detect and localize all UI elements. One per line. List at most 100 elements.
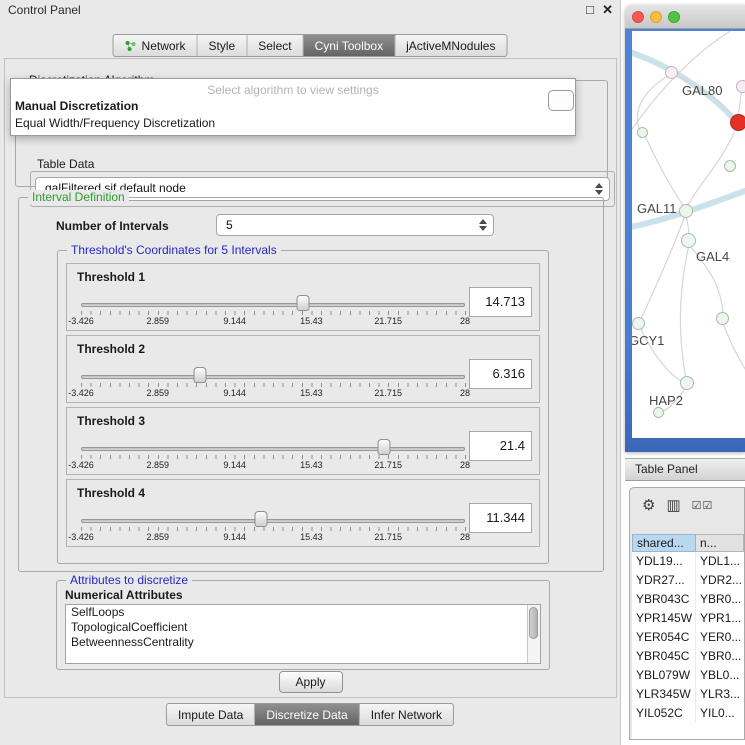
scale-label: 28: [460, 532, 470, 542]
column-header-name[interactable]: n...: [696, 534, 744, 552]
slider-thumb[interactable]: [255, 511, 268, 527]
cell-name[interactable]: YBL0...: [696, 666, 744, 685]
cell-shared-name[interactable]: YBR045C: [632, 647, 696, 666]
cell-shared-name[interactable]: YDL19...: [632, 552, 696, 571]
scale-label: 9.144: [223, 460, 246, 470]
close-icon[interactable]: ✕: [602, 2, 613, 18]
cell-name[interactable]: YBR0...: [696, 647, 744, 666]
threshold-value-field[interactable]: 11.344: [469, 503, 532, 533]
cell-name[interactable]: YLR3...: [696, 685, 744, 704]
list-item[interactable]: SelfLoops: [66, 605, 540, 620]
gear-icon[interactable]: ⚙: [642, 496, 655, 514]
tab-infer-network[interactable]: Infer Network: [359, 704, 453, 725]
slider-thumb[interactable]: [194, 367, 207, 383]
cell-name[interactable]: YDL1...: [696, 552, 744, 571]
scale-label: -3.426: [68, 532, 94, 542]
scale-label: 15.43: [300, 388, 323, 398]
threshold-panel: Threshold 2 -3.426 2.859 9.144 15.43: [66, 335, 540, 403]
cell-shared-name[interactable]: YLR345W: [632, 685, 696, 704]
cell-shared-name[interactable]: YBL079W: [632, 666, 696, 685]
table-panel-window: ⚙ ▥ ☑ ☑ shared... n... YDL19... YDL1... …: [629, 487, 745, 740]
table-data-label: Table Data: [37, 157, 94, 171]
threshold-value-field[interactable]: 6.316: [469, 359, 532, 389]
algorithm-combobox-edge[interactable]: [548, 90, 574, 111]
table-row[interactable]: YBR045C YBR0...: [632, 647, 744, 666]
close-button[interactable]: [632, 11, 644, 23]
cell-name[interactable]: YBR0...: [696, 590, 744, 609]
scale-label: -3.426: [68, 316, 94, 326]
thresholds-group: Threshold's Coordinates for 5 Intervals …: [57, 250, 549, 564]
table-row[interactable]: YPR145W YPR1...: [632, 609, 744, 628]
thresholds-group-title: Threshold's Coordinates for 5 Intervals: [67, 243, 281, 257]
column-header-shared-name[interactable]: shared...: [632, 534, 696, 552]
table-row[interactable]: YBL079W YBL0...: [632, 666, 744, 685]
algorithm-placeholder-option[interactable]: Select algorithm to view settings: [11, 83, 575, 97]
tab-impute-data[interactable]: Impute Data: [167, 704, 254, 725]
apply-button[interactable]: Apply: [279, 671, 343, 693]
slider-scale-labels: -3.426 2.859 9.144 15.43 21.715 28: [81, 460, 465, 471]
tab-style[interactable]: Style: [197, 35, 247, 56]
slider-thumb[interactable]: [378, 439, 391, 455]
threshold-value-field[interactable]: 21.4: [469, 431, 532, 461]
scrollbar[interactable]: [527, 605, 540, 663]
checkbox-icon[interactable]: ☑: [703, 499, 713, 512]
select-columns-icons: ☑ ☑: [692, 499, 713, 512]
scale-label: 15.43: [300, 532, 323, 542]
threshold-value-field[interactable]: 14.713: [469, 287, 532, 317]
numerical-attributes-list[interactable]: SelfLoops TopologicalCoefficient Between…: [65, 604, 541, 664]
table-panel-header: Table Panel: [625, 458, 745, 481]
network-window-titlebar: [625, 5, 745, 29]
cell-name[interactable]: YIL0...: [696, 704, 744, 723]
attributes-group-title: Attributes to discretize: [66, 573, 192, 587]
tab-jactivemnodules[interactable]: jActiveMNodules: [394, 35, 506, 56]
cell-shared-name[interactable]: YIL052C: [632, 704, 696, 723]
cell-shared-name[interactable]: YPR145W: [632, 609, 696, 628]
cell-shared-name[interactable]: YDR27...: [632, 571, 696, 590]
table-row[interactable]: YLR345W YLR3...: [632, 685, 744, 704]
scale-label: -3.426: [68, 388, 94, 398]
network-node-label: GAL4: [696, 249, 729, 264]
network-node-label: GAL80: [682, 83, 722, 98]
slider-scale-labels: -3.426 2.859 9.144 15.43 21.715 28: [81, 316, 465, 327]
checkbox-icon[interactable]: ☑: [692, 499, 702, 512]
algorithm-option-manual[interactable]: Manual Discretization: [11, 97, 575, 114]
slider-scale-labels: -3.426 2.859 9.144 15.43 21.715 28: [81, 532, 465, 543]
cell-name[interactable]: YDR2...: [696, 571, 744, 590]
combo-stepper-icon: [595, 183, 603, 195]
tab-select[interactable]: Select: [246, 35, 302, 56]
interval-definition-group-title: Interval Definition: [28, 190, 129, 204]
tab-cyni-toolbox[interactable]: Cyni Toolbox: [303, 35, 394, 56]
scale-label: 21.715: [374, 532, 402, 542]
minimize-button[interactable]: [650, 11, 662, 23]
list-item[interactable]: TopologicalCoefficient: [66, 620, 540, 635]
table-row[interactable]: YBR043C YBR0...: [632, 590, 744, 609]
table-row[interactable]: YER054C YER0...: [632, 628, 744, 647]
network-label-layer: GAL80 GAL11 GAL4 GCY1 HAP2: [632, 31, 745, 438]
scale-label: 9.144: [223, 316, 246, 326]
number-of-intervals-combobox[interactable]: 5: [216, 214, 494, 236]
scale-label: 9.144: [223, 532, 246, 542]
scale-label: 21.715: [374, 388, 402, 398]
table-row[interactable]: YDL19... YDL1...: [632, 552, 744, 571]
slider-thumb[interactable]: [296, 295, 309, 311]
network-canvas[interactable]: GAL80 GAL11 GAL4 GCY1 HAP2: [632, 31, 745, 438]
table-row[interactable]: YDR27... YDR2...: [632, 571, 744, 590]
cell-name[interactable]: YER0...: [696, 628, 744, 647]
cell-shared-name[interactable]: YER054C: [632, 628, 696, 647]
tab-network[interactable]: Network: [114, 35, 197, 56]
scale-label: -3.426: [68, 460, 94, 470]
float-window-icon[interactable]: □: [586, 2, 594, 17]
cell-shared-name[interactable]: YBR043C: [632, 590, 696, 609]
list-item[interactable]: BetweennessCentrality: [66, 635, 540, 650]
zoom-button[interactable]: [668, 11, 680, 23]
scale-label: 15.43: [300, 316, 323, 326]
tab-discretize-data[interactable]: Discretize Data: [254, 704, 358, 725]
scrollbar-thumb[interactable]: [529, 607, 538, 639]
table-row[interactable]: YIL052C YIL0...: [632, 704, 744, 723]
scale-label: 2.859: [147, 460, 170, 470]
cell-name[interactable]: YPR1...: [696, 609, 744, 628]
tab-network-label: Network: [142, 39, 186, 53]
algorithm-option-equal-width[interactable]: Equal Width/Frequency Discretization: [11, 114, 575, 131]
combo-stepper-icon: [479, 219, 487, 231]
columns-icon[interactable]: ▥: [666, 496, 680, 514]
